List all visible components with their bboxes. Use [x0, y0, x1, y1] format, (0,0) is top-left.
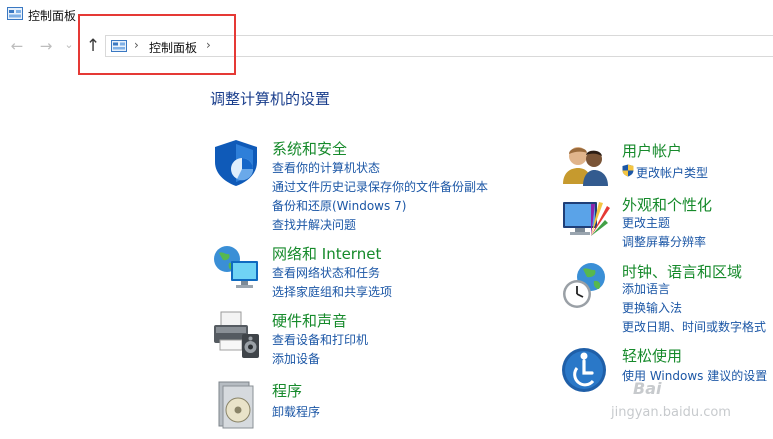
category-title[interactable]: 时钟、语言和区域: [622, 261, 742, 282]
watermark-url: jingyan.baidu.com: [611, 405, 731, 420]
baidu-watermark: Bai jingyan.baidu.com: [605, 375, 765, 431]
category-title[interactable]: 程序: [272, 380, 302, 401]
window-title: 控制面板: [28, 9, 77, 23]
highlight-box: [78, 14, 236, 75]
link-troubleshoot[interactable]: 查找并解决问题: [272, 216, 356, 233]
link-view-computer-status[interactable]: 查看你的计算机状态: [272, 159, 380, 176]
page-title: 调整计算机的设置: [210, 90, 331, 108]
users-icon: [563, 147, 608, 186]
category-title[interactable]: 外观和个性化: [622, 194, 712, 215]
uac-shield-icon: [622, 164, 634, 177]
link-devices-printers[interactable]: 查看设备和打印机: [272, 331, 368, 348]
link-change-account-type[interactable]: 更改帐户类型: [636, 164, 708, 181]
recent-locations-chevron-icon[interactable]: ⌄: [60, 36, 78, 54]
globe-network-icon: [214, 246, 258, 288]
back-arrow-icon[interactable]: ←: [8, 37, 26, 55]
link-file-history[interactable]: 通过文件历史记录保存你的文件备份副本: [272, 178, 488, 195]
control-panel-icon: [7, 7, 23, 20]
printer-icon: [214, 311, 259, 358]
link-homegroup-sharing[interactable]: 选择家庭组和共享选项: [272, 283, 392, 300]
display-palette-icon: [563, 202, 610, 236]
link-screen-resolution[interactable]: 调整屏幕分辨率: [622, 233, 706, 250]
category-title[interactable]: 硬件和声音: [272, 310, 347, 331]
link-backup-restore[interactable]: 备份和还原(Windows 7): [272, 197, 406, 214]
link-network-status[interactable]: 查看网络状态和任务: [272, 264, 380, 281]
link-add-language[interactable]: 添加语言: [622, 280, 670, 297]
link-add-device[interactable]: 添加设备: [272, 350, 320, 367]
globe-clock-icon: [563, 263, 605, 308]
link-change-input-method[interactable]: 更换输入法: [622, 299, 682, 316]
programs-disc-icon: [218, 381, 254, 429]
link-change-theme[interactable]: 更改主题: [622, 214, 670, 231]
category-title[interactable]: 轻松使用: [622, 345, 682, 366]
link-date-time-format[interactable]: 更改日期、时间或数字格式: [622, 318, 766, 335]
link-uninstall-program[interactable]: 卸载程序: [272, 403, 320, 420]
category-title[interactable]: 系统和安全: [272, 138, 347, 159]
category-title[interactable]: 网络和 Internet: [272, 243, 381, 264]
shield-icon: [215, 140, 257, 186]
ease-of-access-icon: [562, 348, 606, 392]
watermark-logo-text: Bai: [633, 379, 662, 398]
forward-arrow-icon[interactable]: →: [37, 37, 55, 55]
category-title[interactable]: 用户帐户: [622, 140, 682, 161]
